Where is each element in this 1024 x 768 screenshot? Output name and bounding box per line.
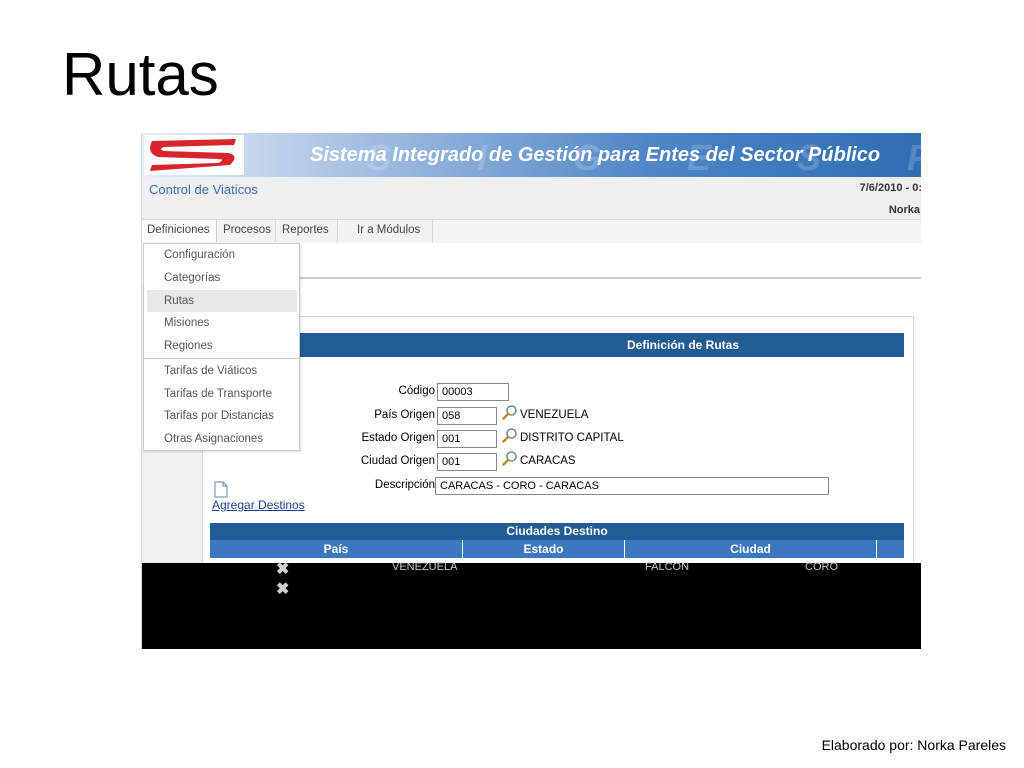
destinos-header-row: País Estado Ciudad: [210, 540, 904, 558]
codigo-label: Código: [398, 385, 435, 397]
column-header-actions: [877, 540, 904, 558]
app-screenshot: S I G E S P Sistema Integrado de Gestión…: [141, 133, 921, 649]
table-row-estado: FALCON: [645, 561, 690, 573]
agregar-destinos-link[interactable]: Agregar Destinos: [212, 498, 305, 512]
dropdown-item-misiones[interactable]: Misiones: [144, 312, 299, 334]
column-header-estado: Estado: [463, 540, 625, 558]
section-title: Definición de Rutas: [292, 333, 904, 357]
menu-bar: Definiciones Procesos Reportes Ir a Módu…: [142, 220, 921, 243]
search-icon[interactable]: [502, 450, 518, 466]
ciudad-code-field[interactable]: 001: [437, 453, 497, 471]
delete-icon[interactable]: ✖: [276, 559, 289, 579]
estado-label: Estado Origen: [361, 432, 435, 444]
dropdown-item-configuracion[interactable]: Configuración: [144, 244, 299, 266]
estado-code-field[interactable]: 001: [437, 430, 497, 448]
menu-reportes[interactable]: Reportes: [277, 220, 338, 242]
sigesp-logo-icon: [144, 135, 244, 175]
ciudad-label: Ciudad Origen: [360, 455, 435, 467]
descripcion-field[interactable]: CARACAS - CORO - CARACAS: [435, 477, 829, 495]
column-header-pais: País: [210, 540, 463, 558]
dropdown-item-tarifas-transporte[interactable]: Tarifas de Transporte: [144, 383, 299, 405]
pais-label: País Origen: [374, 409, 435, 421]
dropdown-item-categorias[interactable]: Categorías: [144, 267, 299, 289]
obscured-rows: ✖ ✖ VENEZUELA FALCON CORO: [142, 561, 921, 649]
dropdown-item-otras-asignaciones[interactable]: Otras Asignaciones: [144, 428, 299, 450]
pais-code-field[interactable]: 058: [437, 407, 497, 425]
dropdown-separator: [144, 358, 299, 359]
app-banner: S I G E S P Sistema Integrado de Gestión…: [142, 133, 921, 178]
search-icon[interactable]: [502, 427, 518, 443]
menu-ir-a-modulos[interactable]: Ir a Módulos: [339, 220, 433, 242]
codigo-field[interactable]: 00003: [437, 383, 509, 401]
pais-name: VENEZUELA: [520, 409, 589, 421]
menu-definiciones[interactable]: Definiciones: [142, 220, 217, 242]
document-icon[interactable]: [214, 481, 228, 498]
table-row-pais: VENEZUELA: [392, 561, 458, 573]
module-title: Control de Viaticos: [149, 182, 258, 197]
session-date: 7/6/2010 - 0:: [859, 182, 921, 194]
delete-icon[interactable]: ✖: [276, 579, 289, 599]
ciudad-name: CARACAS: [520, 455, 576, 467]
search-icon[interactable]: [502, 404, 518, 420]
slide: Rutas S I G E S P Sistema Integrado de G…: [0, 0, 1024, 768]
table-row-ciudad: CORO: [805, 561, 838, 573]
module-bar: Control de Viaticos 7/6/2010 - 0: Norka: [142, 177, 921, 220]
definiciones-dropdown: Configuración Categorías Rutas Misiones …: [143, 243, 300, 451]
dropdown-item-tarifas-distancias[interactable]: Tarifas por Distancias: [144, 405, 299, 427]
slide-title: Rutas: [62, 41, 219, 108]
dropdown-item-regiones[interactable]: Regiones: [144, 335, 299, 357]
content-area: Definición de Rutas Código 00003 País Or…: [142, 243, 921, 649]
descripcion-label: Descripción: [374, 479, 435, 491]
divider: [202, 277, 921, 279]
menu-procesos[interactable]: Procesos: [218, 220, 276, 242]
slide-footer: Elaborado por: Norka Pareles: [821, 737, 1006, 753]
system-title: Sistema Integrado de Gestión para Entes …: [310, 144, 881, 166]
session-user: Norka: [888, 204, 920, 216]
estado-name: DISTRITO CAPITAL: [520, 432, 624, 444]
dropdown-item-rutas[interactable]: Rutas: [147, 290, 297, 312]
column-header-ciudad: Ciudad: [625, 540, 877, 558]
destinos-title: Ciudades Destino: [210, 523, 904, 540]
dropdown-item-tarifas-viaticos[interactable]: Tarifas de Viáticos: [144, 360, 299, 382]
